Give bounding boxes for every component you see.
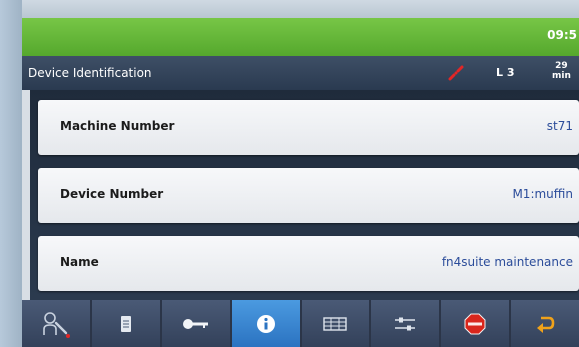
field-label: Device Number [60, 187, 164, 201]
back-arrow-icon [535, 314, 555, 334]
access-level: L 3 [496, 66, 515, 79]
title-bar: Device Identification L 3 29 min [22, 56, 579, 90]
field-row-name[interactable]: Name fn4suite maintenance [38, 236, 579, 291]
field-row-device-number[interactable]: Device Number M1:muffin [38, 168, 579, 223]
status-bar: 09:5 [22, 18, 579, 56]
stop-button[interactable] [441, 300, 510, 347]
left-bezel [0, 0, 22, 347]
document-icon [119, 315, 133, 333]
info-icon [256, 314, 276, 334]
field-value: fn4suite maintenance [441, 255, 573, 269]
bottom-toolbar [22, 300, 579, 347]
timer: 29 min [552, 61, 571, 81]
top-strip [22, 0, 579, 18]
key-button[interactable] [161, 300, 230, 347]
device-screen: 09:5 Device Identification L 3 29 min Ma… [22, 0, 579, 347]
connection-icon [448, 65, 464, 81]
table-button[interactable] [301, 300, 370, 347]
timer-unit: min [552, 71, 571, 81]
service-button[interactable] [22, 300, 90, 347]
clock: 09:5 [547, 28, 577, 42]
timer-value: 29 [555, 61, 568, 71]
field-label: Machine Number [60, 119, 175, 133]
settings-button[interactable] [371, 300, 440, 347]
field-row-machine-number[interactable]: Machine Number st71 [38, 100, 579, 155]
key-icon [182, 317, 210, 331]
grid-table-icon [323, 316, 348, 332]
service-tools-icon [39, 309, 73, 339]
field-label: Name [60, 255, 99, 269]
field-list: Machine Number st71 Device Number M1:muf… [30, 90, 579, 300]
page-title: Device Identification [28, 66, 152, 80]
info-button[interactable] [231, 300, 300, 347]
field-value: M1:muffin [512, 187, 573, 201]
document-button[interactable] [91, 300, 160, 347]
field-value: st71 [546, 119, 573, 133]
back-button[interactable] [511, 300, 579, 347]
sliders-icon [393, 316, 417, 332]
stop-icon [464, 313, 486, 335]
